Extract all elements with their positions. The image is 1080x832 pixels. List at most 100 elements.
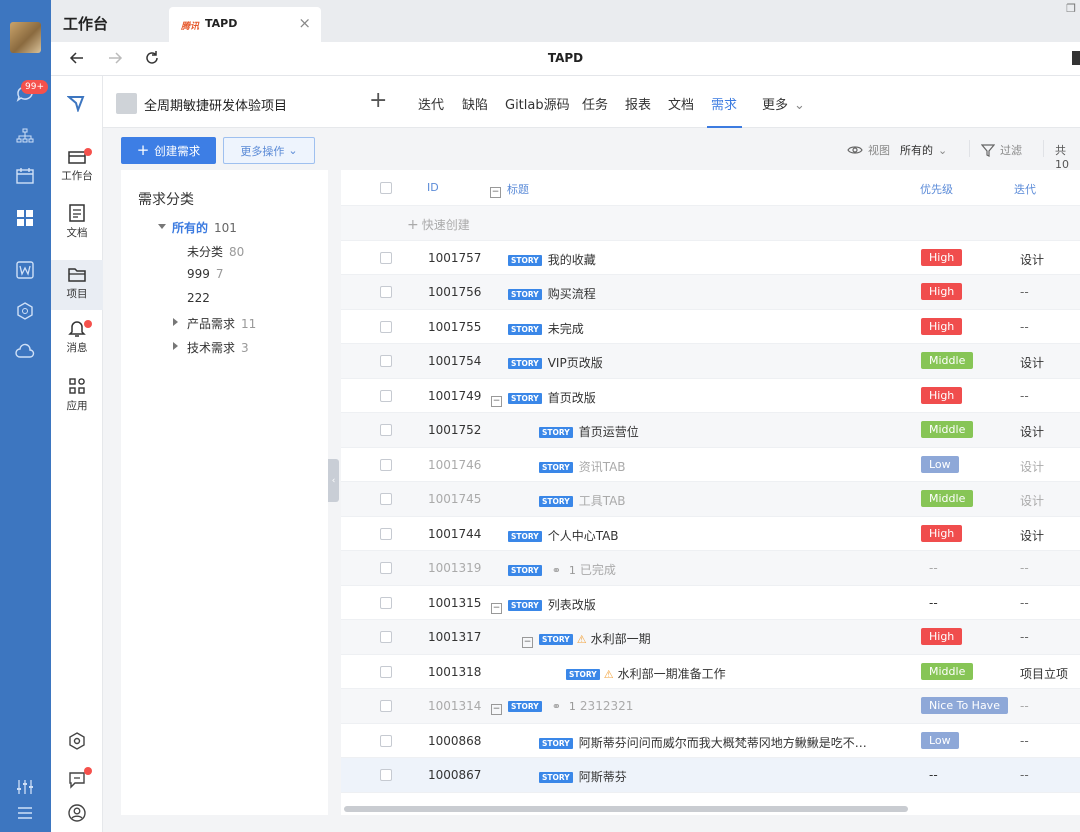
row-title[interactable]: 阿斯蒂芬问问而威尔而我大概梵蒂冈地方鳅鳅是吃不… [579,736,867,750]
row-checkbox[interactable] [380,665,392,678]
row-checkbox[interactable] [380,251,392,264]
row-title[interactable]: 水利部一期准备工作 [618,667,726,681]
row-title[interactable]: 列表改版 [548,598,596,612]
calendar-icon[interactable] [13,164,37,188]
row-checkbox[interactable] [380,355,392,367]
row-id[interactable]: 1001744 [428,527,481,541]
row-iteration[interactable]: -- [1020,699,1029,713]
sliders-icon[interactable] [13,775,37,799]
category-node[interactable]: 技术需求 3 [187,339,249,356]
row-checkbox[interactable] [380,286,392,298]
row-id[interactable]: 1001318 [428,665,481,679]
category-node[interactable]: 所有的 101 [172,219,237,236]
table-row[interactable]: 1001314− STORY ⚭ 1 2312321 Nice To Have -- [341,689,1080,724]
row-id[interactable]: 1001745 [428,492,481,506]
priority-value[interactable]: -- [929,596,938,610]
row-iteration[interactable]: -- [1020,320,1029,334]
row-title[interactable]: 资讯TAB [579,460,626,474]
priority-badge[interactable]: Low [921,455,959,473]
priority-badge[interactable]: High [921,317,963,335]
table-row[interactable]: 1001755 STORY 未完成 High -- [341,310,1080,344]
row-checkbox[interactable] [380,458,392,471]
priority-value[interactable]: -- [929,561,938,575]
row-id[interactable]: 1001749 [428,389,481,403]
category-node[interactable]: 未分类 80 [187,243,244,260]
row-checkbox[interactable] [380,320,392,333]
priority-badge[interactable]: Nice To Have [921,697,1008,714]
row-iteration[interactable]: -- [1020,561,1029,575]
row-iteration[interactable]: -- [1020,596,1029,610]
table-row[interactable]: 1001754 STORY VIP页改版 Middle 设计 [341,344,1080,379]
browser-tab[interactable]: 腾讯 TAPD × [169,7,321,42]
row-id[interactable]: 1001746 [428,458,481,472]
row-id[interactable]: 1001755 [428,320,481,334]
row-id[interactable]: 1001752 [428,423,481,437]
table-row[interactable]: 1001756 STORY 购买流程 High -- [341,275,1080,310]
nav-item-apps[interactable]: 应用 [51,376,103,426]
collapse-row-icon[interactable]: − [491,602,502,614]
table-row[interactable]: 1001757 STORY 我的收藏 High 设计 [341,241,1080,275]
collapsed-icon[interactable] [173,342,178,350]
quick-create-row[interactable]: + 快速创建 [341,206,1080,241]
row-iteration[interactable]: 设计 [1020,527,1044,544]
org-icon[interactable] [13,124,37,148]
table-row[interactable]: 1001319 STORY ⚭ 1 已完成 -- -- [341,551,1080,586]
priority-badge[interactable]: High [921,628,963,645]
row-checkbox[interactable] [380,596,392,609]
category-node[interactable]: 999 7 [187,267,224,281]
restore-window-icon[interactable]: ❐ [1066,2,1076,15]
row-title[interactable]: 首页运营位 [579,425,639,439]
priority-badge[interactable]: Middle [921,662,974,680]
priority-badge[interactable]: High [921,386,963,404]
collapse-row-icon[interactable]: − [491,395,502,407]
row-title[interactable]: 阿斯蒂芬 [579,770,627,784]
table-row[interactable]: 1001318 STORY ⚠ 水利部一期准备工作 Middle 项目立项 [341,655,1080,689]
row-iteration[interactable]: -- [1020,389,1029,403]
priority-badge[interactable]: Middle [921,421,974,438]
row-iteration[interactable]: -- [1020,285,1029,299]
cloud-icon[interactable] [13,340,37,364]
add-icon[interactable]: + [369,88,387,113]
extension-icon[interactable] [1072,51,1080,65]
priority-badge[interactable]: High [921,248,963,266]
table-row[interactable]: 1001744 STORY 个人中心TAB High 设计 [341,517,1080,551]
table-row[interactable]: 1001315− STORY 列表改版 -- -- [341,586,1080,620]
row-id[interactable]: 1001315 [428,596,481,610]
row-title[interactable]: 未完成 [548,322,584,336]
more-operations-button[interactable]: 更多操作 ⌄ [223,137,315,164]
row-title[interactable]: VIP页改版 [548,356,603,370]
row-id[interactable]: 1001314 [428,699,481,713]
nav-item-project[interactable]: 项目 [51,260,103,310]
select-all-checkbox[interactable] [380,182,392,194]
row-iteration[interactable]: -- [1020,630,1029,644]
row-iteration[interactable]: 设计 [1020,458,1044,475]
row-checkbox[interactable] [380,562,392,574]
collapsed-icon[interactable] [173,318,178,326]
panel-collapse-handle[interactable]: ‹ [328,459,339,502]
row-iteration[interactable]: 设计 [1020,354,1044,371]
tab-gitlab[interactable]: Gitlab源码 [505,94,570,113]
create-requirement-button[interactable]: + 创建需求 [121,137,216,164]
close-icon[interactable]: × [298,14,311,32]
nav-item-doc[interactable]: 文档 [51,203,103,253]
priority-value[interactable]: -- [929,768,938,782]
row-iteration[interactable]: 设计 [1020,492,1044,509]
tab-report[interactable]: 报表 [625,94,651,113]
row-checkbox[interactable] [380,493,392,505]
row-iteration[interactable]: 项目立项 [1020,665,1068,682]
priority-badge[interactable]: High [921,283,963,300]
word-icon[interactable] [13,258,37,282]
table-row[interactable]: 1001745 STORY 工具TAB Middle 设计 [341,482,1080,517]
horizontal-scrollbar[interactable] [344,806,908,812]
header-priority[interactable]: 优先级 [920,181,953,197]
row-checkbox[interactable] [380,700,392,712]
menu-icon[interactable] [13,801,37,825]
row-iteration[interactable]: -- [1020,734,1029,748]
priority-badge[interactable]: Middle [921,490,974,507]
tab-task[interactable]: 任务 [582,94,608,113]
priority-badge[interactable]: Middle [921,352,974,369]
user-avatar[interactable] [10,22,41,53]
row-id[interactable]: 1000867 [428,768,481,782]
header-iteration[interactable]: 迭代 [1014,181,1036,197]
priority-badge[interactable]: Low [921,731,959,749]
